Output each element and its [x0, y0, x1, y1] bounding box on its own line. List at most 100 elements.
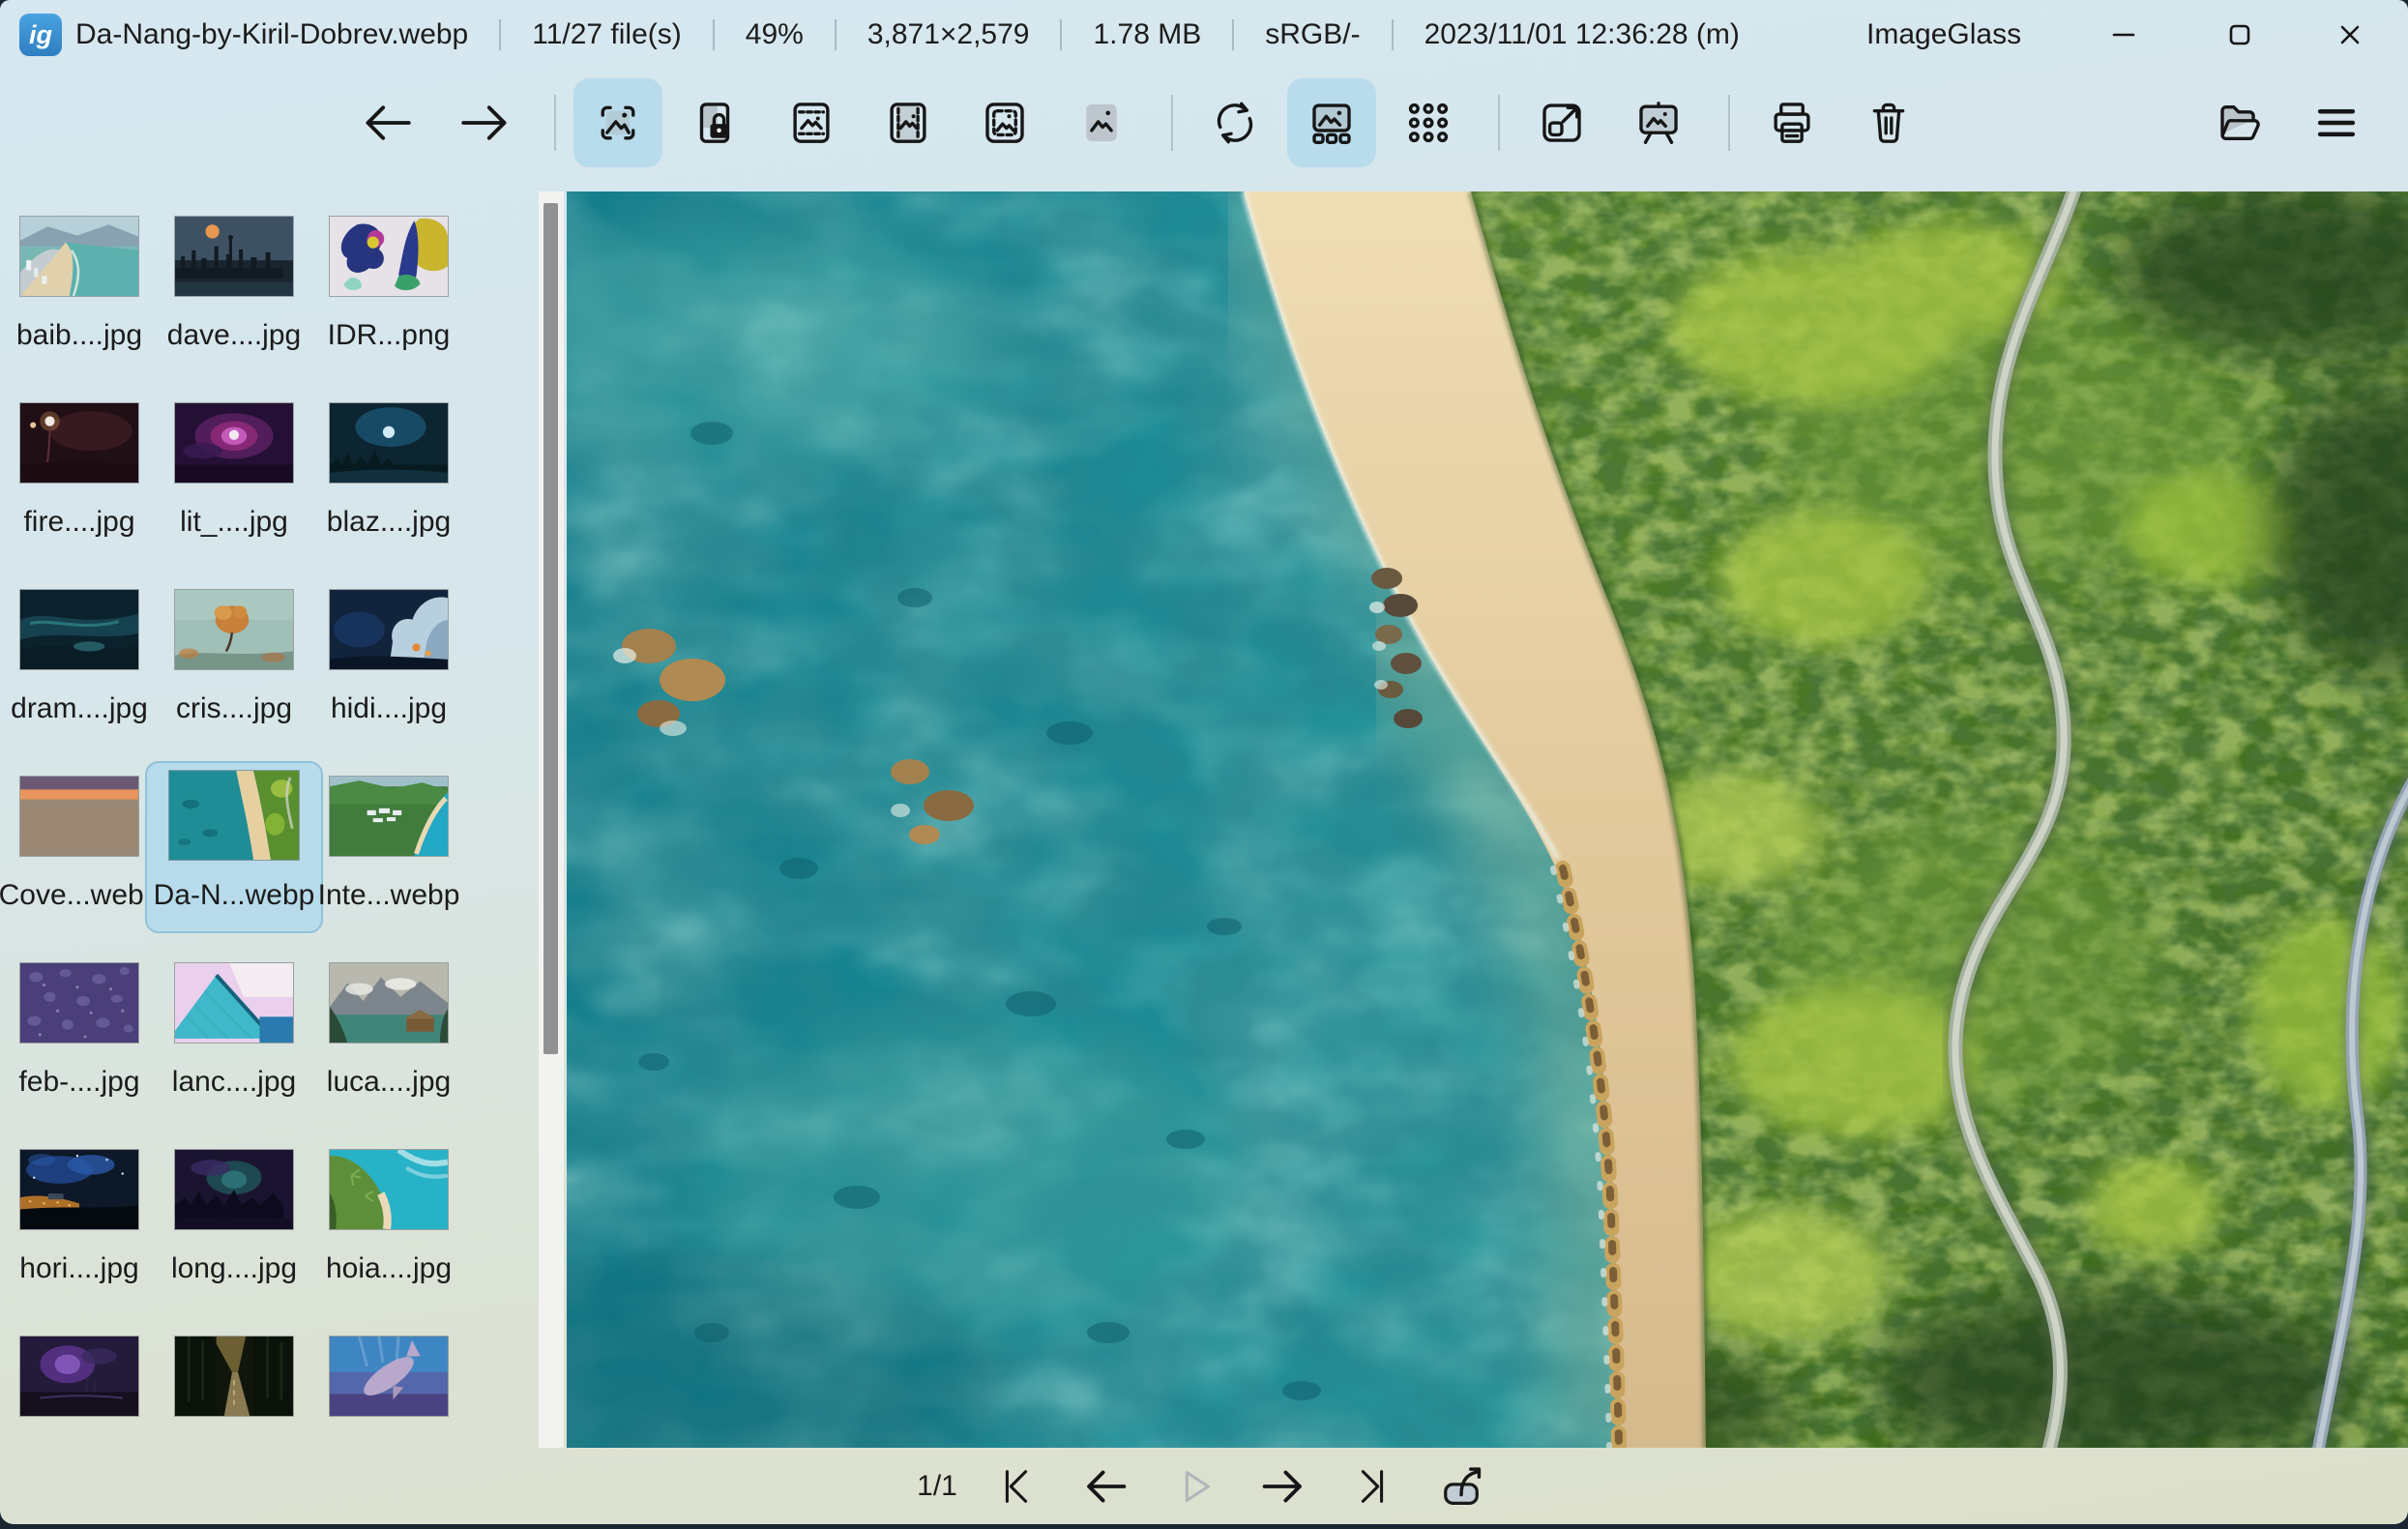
toolbar-separator — [554, 95, 556, 151]
gallery-item[interactable]: blaz....jpg — [311, 392, 466, 578]
toolbar-separator — [1728, 95, 1730, 151]
main-image-viewer[interactable] — [567, 191, 2408, 1448]
gallery-panel-button[interactable] — [1287, 78, 1376, 167]
print-button[interactable] — [1747, 78, 1836, 167]
gallery-item[interactable]: Cove...webp — [0, 765, 161, 952]
title-zoom-level: 49% — [745, 18, 804, 50]
file-label: fire....jpg — [23, 506, 135, 538]
file-label: hoia....jpg — [325, 1252, 453, 1284]
delete-button[interactable] — [1844, 78, 1933, 167]
close-button[interactable] — [2297, 0, 2403, 70]
gallery-item[interactable]: luca....jpg — [311, 952, 466, 1138]
thumbnail-night-sky-city — [20, 1150, 138, 1229]
auto-zoom-button[interactable] — [573, 78, 662, 167]
scale-to-width-button[interactable] — [767, 78, 856, 167]
title-filename: Da-Nang-by-Kiril-Dobrev.webp — [75, 18, 469, 50]
open-file-button[interactable] — [2195, 78, 2284, 167]
gallery-item[interactable] — [157, 1325, 311, 1420]
file-label: blaz....jpg — [326, 506, 452, 538]
app-window: ig Da-Nang-by-Kiril-Dobrev.webp 11/27 fi… — [0, 0, 2408, 1524]
separator — [834, 19, 837, 50]
maximize-button[interactable] — [2187, 0, 2293, 70]
gallery-item[interactable]: baib....jpg — [2, 205, 157, 392]
scale-to-height-button[interactable] — [864, 78, 953, 167]
file-label: Cove...webp — [0, 879, 161, 911]
gallery-item[interactable]: dave....jpg — [157, 205, 311, 392]
gallery-item[interactable]: hoia....jpg — [311, 1138, 466, 1325]
thumbnail-dark-forest-glow — [175, 1150, 293, 1229]
thumbnail-sunset-boats — [20, 777, 138, 856]
thumbnail-purple-nebula — [175, 403, 293, 483]
thumbnail-lone-orange-tree — [175, 590, 293, 669]
gallery-item[interactable]: hori....jpg — [2, 1138, 157, 1325]
file-label: luca....jpg — [326, 1066, 452, 1098]
thumbnail-coastal-city-aerial — [20, 217, 138, 296]
next-image-icon[interactable] — [1253, 1456, 1313, 1516]
gallery-item[interactable]: lanc....jpg — [157, 952, 311, 1138]
file-label: Inte...webp — [317, 879, 460, 911]
gallery-item[interactable]: long....jpg — [157, 1138, 311, 1325]
separator — [1060, 19, 1063, 50]
file-label: dave....jpg — [166, 319, 302, 351]
status-bar: 1/1 — [0, 1448, 2408, 1524]
thumbnail-nebula-beach — [20, 1337, 138, 1416]
page-indicator: 1/1 — [917, 1469, 957, 1502]
thumbnail-fantasy-cliff — [330, 590, 448, 669]
toolbar — [0, 70, 2408, 176]
title-file-position: 11/27 file(s) — [532, 18, 682, 50]
refresh-icon[interactable] — [1190, 78, 1279, 167]
title-modified-date: 2023/11/01 12:36:28 (m) — [1424, 18, 1740, 50]
gallery-item[interactable]: dram....jpg — [2, 578, 157, 765]
thumbnail-purple-cat-pattern — [20, 963, 138, 1043]
minimize-button[interactable] — [2070, 0, 2177, 70]
title-dimensions: 3,871×2,579 — [866, 18, 1030, 50]
separator — [1232, 19, 1235, 50]
gallery-item[interactable]: lit_....jpg — [157, 392, 311, 578]
window-fit-button[interactable] — [1517, 78, 1606, 167]
separator — [499, 19, 502, 50]
thumbnail-night-sparks — [20, 403, 138, 483]
share-export-icon[interactable] — [1431, 1456, 1491, 1516]
gallery-item[interactable]: hidi....jpg — [311, 578, 466, 765]
thumbnail-grid-button[interactable] — [1384, 78, 1473, 167]
gallery-item[interactable]: IDR...png — [311, 205, 466, 392]
last-image-icon[interactable] — [1342, 1456, 1402, 1516]
gallery-item[interactable]: Da-N...webp — [145, 761, 323, 952]
slideshow-button[interactable] — [1614, 78, 1703, 167]
thumbnail-city-skyline-night — [175, 217, 293, 296]
thumbnail-tropical-bay — [330, 1150, 448, 1229]
gallery-item[interactable] — [2, 1325, 157, 1420]
file-label: baib....jpg — [15, 319, 143, 351]
gallery-item[interactable]: cris....jpg — [157, 578, 311, 765]
play-slideshow-icon[interactable] — [1164, 1456, 1224, 1516]
file-label: lanc....jpg — [171, 1066, 297, 1098]
file-label: hidi....jpg — [330, 692, 448, 724]
file-label: hori....jpg — [19, 1252, 139, 1284]
app-name: ImageGlass — [1866, 18, 2022, 50]
previous-image-icon[interactable] — [1075, 1456, 1135, 1516]
gallery-item[interactable]: Inte...webp — [311, 765, 466, 952]
gallery-item[interactable]: feb-....jpg — [2, 952, 157, 1138]
main-photo-danang-beach — [567, 191, 2408, 1448]
titlebar: ig Da-Nang-by-Kiril-Dobrev.webp 11/27 fi… — [0, 0, 2408, 70]
file-label: cris....jpg — [175, 692, 293, 724]
lock-zoom-button[interactable] — [670, 78, 759, 167]
title-file-size: 1.78 MB — [1093, 18, 1202, 50]
back-arrow-icon[interactable] — [343, 78, 432, 167]
thumbnail-moonlit-forest — [330, 403, 448, 483]
file-label: feb-....jpg — [18, 1066, 140, 1098]
scale-to-fit-button[interactable] — [960, 78, 1049, 167]
titlebar-info: Da-Nang-by-Kiril-Dobrev.webp 11/27 file(… — [75, 0, 1740, 70]
thumbnail-stormy-sea — [20, 590, 138, 669]
main-menu-button[interactable] — [2292, 78, 2381, 167]
first-image-icon[interactable] — [986, 1456, 1046, 1516]
file-label: lit_....jpg — [180, 506, 288, 538]
gallery-item[interactable] — [311, 1325, 466, 1420]
gallery-scrollbar[interactable] — [539, 191, 564, 1448]
scrollbar-thumb[interactable] — [543, 203, 558, 1054]
forward-arrow-icon[interactable] — [440, 78, 529, 167]
gallery-item[interactable]: fire....jpg — [2, 392, 157, 578]
scale-to-fill-button[interactable] — [1057, 78, 1146, 167]
gallery-grid: baib....jpg dave....jpg IDR...png fire....j… — [0, 190, 538, 1420]
file-label: long....jpg — [170, 1252, 298, 1284]
